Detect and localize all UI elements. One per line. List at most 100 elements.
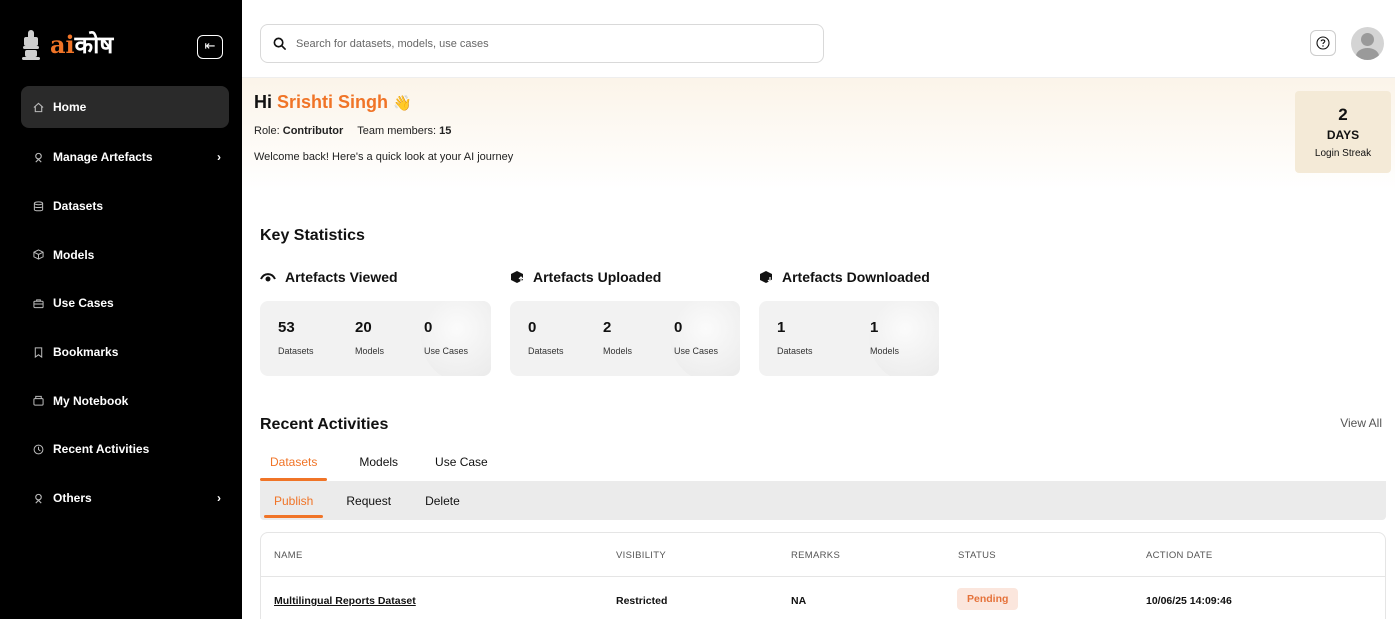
eye-icon — [260, 273, 276, 282]
artefacts-downloaded-group: Artefacts Downloaded 1 Datasets 1 Models — [759, 267, 939, 376]
uploaded-models-value: 2 — [603, 319, 612, 336]
uploaded-datasets-label: Datasets — [528, 346, 564, 356]
search-input[interactable] — [296, 37, 776, 50]
artefacts-uploaded-title: Artefacts Uploaded — [533, 269, 662, 285]
sidebar-item-home[interactable]: Home — [21, 86, 229, 128]
row-action-date: 10/06/25 14:09:46 — [1146, 595, 1232, 607]
greeting: Hi Srishti Singh 👋 — [254, 92, 412, 112]
column-name: NAME — [274, 550, 303, 561]
streak-value: 2 — [1338, 105, 1348, 124]
viewed-models-label: Models — [355, 346, 385, 356]
others-icon — [33, 493, 44, 504]
sidebar-item-datasets[interactable]: Datasets — [21, 182, 229, 231]
artefacts-uploaded-card: 0 Datasets 2 Models 0 Use Cases — [510, 301, 740, 376]
brand-logo[interactable]: aiकोष — [22, 28, 113, 61]
brand-name: aiकोष — [50, 30, 114, 59]
artefacts-viewed-title: Artefacts Viewed — [285, 269, 398, 285]
role-info: Role: Contributor Team members: 15 — [254, 125, 452, 137]
subtab-request[interactable]: Request — [346, 484, 391, 518]
manage-icon — [33, 152, 44, 163]
status-badge: Pending — [957, 588, 1019, 610]
viewed-models-value: 20 — [355, 319, 372, 336]
bookmark-icon — [33, 347, 44, 358]
downloaded-datasets-value: 1 — [777, 319, 786, 336]
tab-models[interactable]: Models — [359, 448, 398, 481]
artefacts-viewed-card: 53 Datasets 20 Models 0 Use Cases — [260, 301, 491, 376]
sidebar-item-manage-artefacts[interactable]: Manage Artefacts › — [21, 133, 229, 182]
recent-activities-title: Recent Activities — [260, 416, 389, 433]
column-visibility: VISIBILITY — [616, 550, 666, 561]
sidebar-item-label: Home — [53, 100, 87, 114]
sidebar-item-my-notebook[interactable]: My Notebook — [21, 376, 229, 425]
upload-cube-icon — [511, 271, 524, 283]
row-name-link[interactable]: Multilingual Reports Dataset — [274, 595, 416, 607]
action-tabs-bar: Publish Request Delete — [260, 481, 1386, 520]
tab-datasets[interactable]: Datasets — [259, 448, 328, 481]
activities-table: NAME VISIBILITY REMARKS STATUS ACTION DA… — [260, 532, 1386, 619]
streak-label: Login Streak — [1314, 148, 1372, 159]
view-all-link[interactable]: View All — [1340, 416, 1382, 430]
collapse-arrow-icon: ⇤ — [204, 38, 216, 53]
sidebar-item-bookmarks[interactable]: Bookmarks — [21, 328, 229, 377]
key-statistics-title: Key Statistics — [260, 227, 365, 244]
column-status: STATUS — [958, 550, 996, 561]
table-header: NAME VISIBILITY REMARKS STATUS ACTION DA… — [261, 533, 1385, 577]
welcome-message: Welcome back! Here's a quick look at you… — [254, 151, 514, 163]
viewed-usecases-label: Use Cases — [424, 346, 469, 356]
viewed-usecases-value: 0 — [424, 319, 433, 336]
help-icon — [1316, 36, 1330, 50]
sidebar-item-models[interactable]: Models — [21, 230, 229, 279]
downloaded-datasets-label: Datasets — [777, 346, 813, 356]
help-button[interactable] — [1310, 30, 1336, 56]
download-cube-icon — [760, 271, 773, 283]
sidebar-item-label: My Notebook — [53, 393, 129, 408]
user-avatar[interactable] — [1351, 27, 1384, 60]
artefacts-downloaded-card: 1 Datasets 1 Models — [759, 301, 939, 376]
home-icon — [33, 102, 44, 113]
welcome-banner: Hi Srishti Singh 👋 Role: Contributor Team… — [242, 78, 1395, 190]
row-remarks: NA — [791, 595, 807, 607]
sidebar-item-label: Manage Artefacts — [53, 150, 153, 165]
national-emblem-icon — [22, 29, 40, 60]
sidebar-item-recent-activities[interactable]: Recent Activities — [21, 425, 229, 474]
search-box[interactable] — [260, 24, 824, 63]
column-action-date: ACTION DATE — [1146, 550, 1213, 561]
downloaded-models-label: Models — [870, 346, 900, 356]
sidebar-item-label: Use Cases — [53, 296, 114, 311]
top-bar — [242, 0, 1395, 78]
streak-unit: DAYS — [1326, 128, 1360, 142]
artefact-tabs: Datasets Models Use Case — [259, 448, 488, 481]
sidebar-item-label: Models — [53, 247, 95, 262]
table-row: Multilingual Reports Dataset Restricted … — [261, 577, 1385, 619]
team-members-count: 15 — [439, 125, 452, 137]
clock-icon — [33, 444, 44, 455]
role-value: Contributor — [282, 125, 344, 137]
sidebar-item-label: Bookmarks — [53, 345, 119, 360]
tab-use-case[interactable]: Use Case — [435, 448, 488, 481]
sidebar-item-label: Recent Activities — [53, 442, 150, 457]
sidebar-item-use-cases[interactable]: Use Cases — [21, 279, 229, 328]
row-visibility: Restricted — [616, 595, 668, 607]
uploaded-usecases-value: 0 — [674, 319, 683, 336]
search-icon — [273, 37, 286, 50]
uploaded-usecases-label: Use Cases — [674, 346, 719, 356]
sidebar-item-others[interactable]: Others › — [21, 474, 229, 523]
artefacts-uploaded-group: Artefacts Uploaded 0 Datasets 2 Models 0 Us… — [510, 267, 740, 376]
subtab-delete[interactable]: Delete — [425, 484, 460, 518]
viewed-datasets-label: Datasets — [278, 346, 314, 356]
wave-icon: 👋 — [393, 95, 412, 112]
uploaded-datasets-value: 0 — [528, 319, 537, 336]
chevron-right-icon: › — [217, 150, 221, 165]
uploaded-models-label: Models — [603, 346, 633, 356]
sidebar-item-label: Datasets — [53, 199, 104, 214]
login-streak-card: 2 DAYS Login Streak — [1295, 91, 1391, 173]
artefacts-viewed-group: Artefacts Viewed 53 Datasets 20 Models 0 Us… — [260, 267, 491, 376]
collapse-sidebar-button[interactable]: ⇤ — [197, 35, 223, 59]
briefcase-icon — [33, 298, 44, 309]
subtab-publish[interactable]: Publish — [263, 484, 324, 518]
column-remarks: REMARKS — [791, 550, 841, 561]
viewed-datasets-value: 53 — [278, 319, 295, 336]
sidebar-item-label: Others — [53, 491, 92, 506]
notebook-icon — [33, 395, 44, 406]
chevron-right-icon: › — [217, 491, 221, 506]
